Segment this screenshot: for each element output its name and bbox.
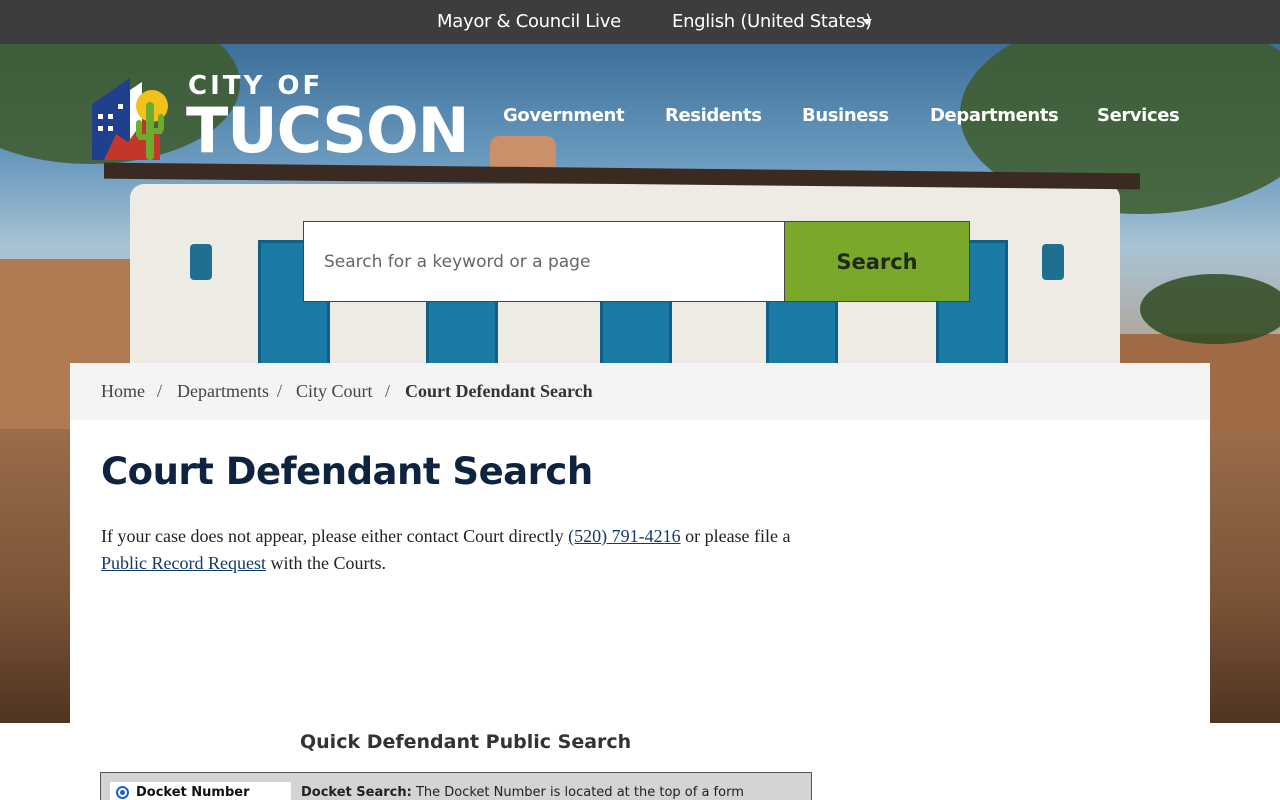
intro-paragraph: If your case does not appear, please eit… xyxy=(101,523,821,577)
nav-services[interactable]: Services xyxy=(1097,105,1180,126)
court-phone-link[interactable]: (520) 791-4216 xyxy=(568,526,680,546)
docket-help-text: The Docket Number is located at the top … xyxy=(411,785,744,800)
docket-help-heading: Docket Search: xyxy=(301,785,412,800)
docket-search-help: Docket Search: The Docket Number is loca… xyxy=(301,785,744,800)
site-search-input[interactable] xyxy=(303,221,785,302)
intro-text: If your case does not appear, please eit… xyxy=(101,526,569,546)
lamp-icon xyxy=(190,244,212,280)
city-logo-icon[interactable] xyxy=(90,76,176,160)
language-selector[interactable]: English (United States) xyxy=(672,11,872,32)
breadcrumb-city-court[interactable]: City Court xyxy=(296,381,373,402)
nav-business[interactable]: Business xyxy=(802,105,889,126)
docket-number-radio[interactable] xyxy=(116,786,129,799)
nav-departments[interactable]: Departments xyxy=(930,105,1059,126)
intro-text: or please file a xyxy=(680,526,791,546)
breadcrumb-departments[interactable]: Departments xyxy=(177,381,269,402)
page-title: Court Defendant Search xyxy=(101,450,593,493)
mayor-council-live-link[interactable]: Mayor & Council Live xyxy=(437,11,621,32)
search-button[interactable]: Search xyxy=(784,221,970,302)
public-record-request-link[interactable]: Public Record Request xyxy=(101,553,266,573)
breadcrumb-separator: / xyxy=(385,381,391,401)
content-panel xyxy=(70,363,1210,800)
hero-shrub xyxy=(1140,274,1280,344)
breadcrumb-home[interactable]: Home xyxy=(101,381,145,402)
breadcrumb-separator: / xyxy=(277,381,283,401)
logo-tucson[interactable]: TUCSON xyxy=(186,96,470,166)
utility-bar: Mayor & Council Live English (United Sta… xyxy=(0,0,1280,44)
chevron-down-icon[interactable] xyxy=(862,19,872,25)
breadcrumb-separator: / xyxy=(157,381,163,401)
nav-government[interactable]: Government xyxy=(503,105,625,126)
quick-search-title: Quick Defendant Public Search xyxy=(300,731,632,753)
intro-text: with the Courts. xyxy=(265,553,386,573)
docket-number-label[interactable]: Docket Number xyxy=(136,785,250,800)
nav-residents[interactable]: Residents xyxy=(665,105,762,126)
breadcrumb-current: Court Defendant Search xyxy=(405,381,593,401)
lamp-icon xyxy=(1042,244,1064,280)
